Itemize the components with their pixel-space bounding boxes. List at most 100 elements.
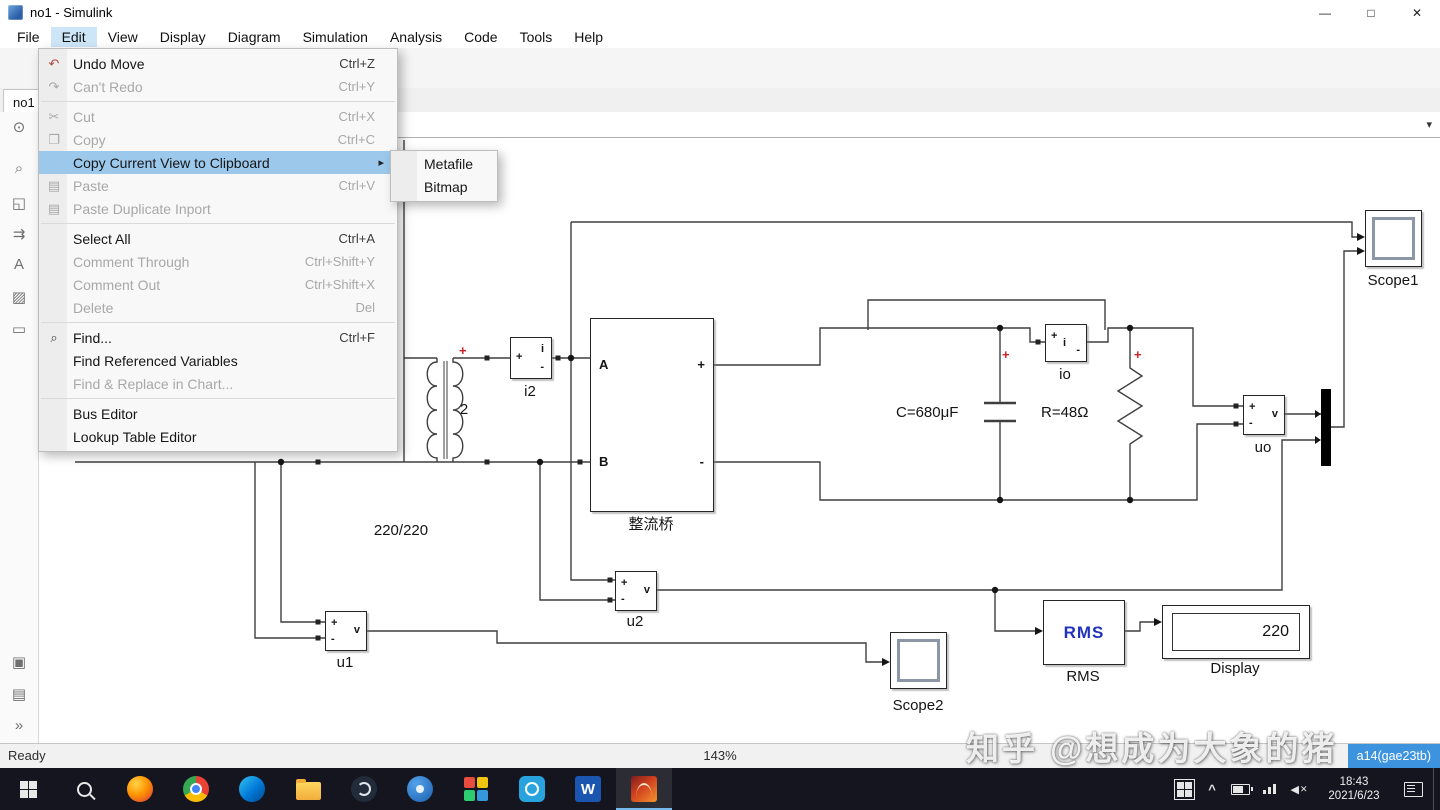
block-mux[interactable] (1321, 389, 1331, 466)
tray-hidden-icons-button[interactable]: ^ (1199, 768, 1225, 810)
taskbar-word-icon[interactable]: W (560, 768, 616, 810)
menu-bar: File Edit View Display Diagram Simulatio… (0, 25, 1440, 48)
cut-icon: ✂ (41, 109, 67, 125)
menu-item-bitmap[interactable]: Bitmap (391, 176, 497, 199)
block-u1-voltage-measurement[interactable]: + - v (325, 611, 367, 651)
menu-item-find-replace-in-chart[interactable]: Find & Replace in Chart... (39, 372, 397, 395)
taskbar-app2-icon[interactable] (392, 768, 448, 810)
menu-item-find[interactable]: ⌕Find...Ctrl+F (39, 326, 397, 349)
tab-label: no1 (13, 95, 35, 110)
fit-view-icon[interactable]: ◱ (0, 194, 38, 212)
menu-item-paste[interactable]: ▤PasteCtrl+V (39, 174, 397, 197)
block-label-u2: u2 (620, 613, 650, 630)
menu-help[interactable]: Help (563, 27, 614, 47)
expand-icon[interactable]: » (0, 717, 38, 734)
taskbar-start-button[interactable] (0, 768, 56, 810)
block-rectifier-bridge[interactable]: A B + - (590, 318, 714, 512)
search-icon (77, 782, 92, 797)
folder-icon (296, 782, 321, 800)
menu-file[interactable]: File (6, 27, 51, 47)
block-u2-voltage-measurement[interactable]: + - v (615, 571, 657, 611)
tray-notification-button[interactable] (1393, 768, 1433, 810)
block-io-current-measurement[interactable]: + i - (1045, 324, 1087, 362)
menu-item-comment-through[interactable]: Comment ThroughCtrl+Shift+Y (39, 250, 397, 273)
tray-volume-icon[interactable]: ◀✕ (1283, 768, 1315, 810)
menu-item-paste-duplicate-inport[interactable]: ▤Paste Duplicate Inport (39, 197, 397, 220)
polarity-plus-marker: + (459, 344, 467, 357)
grid-app-icon (464, 777, 488, 801)
menu-item-lookup-table-editor[interactable]: Lookup Table Editor (39, 425, 397, 448)
taskbar-matlab-icon[interactable] (616, 768, 672, 810)
clipboard-submenu: Metafile Bitmap (390, 150, 498, 202)
screenshot-icon[interactable]: ▣ (0, 653, 38, 671)
taskbar-file-explorer-icon[interactable] (280, 768, 336, 810)
block-display[interactable]: 220 (1162, 605, 1310, 659)
tray-app-icon[interactable] (1169, 768, 1199, 810)
menu-simulation[interactable]: Simulation (292, 27, 379, 47)
image-icon[interactable]: ▨ (0, 288, 38, 306)
menu-separator (41, 101, 395, 102)
menu-item-cut[interactable]: ✂CutCtrl+X (39, 105, 397, 128)
menu-item-metafile[interactable]: Metafile (391, 153, 497, 176)
notification-icon (1404, 782, 1423, 797)
minimize-button[interactable]: — (1302, 0, 1348, 25)
taskbar-app4-icon[interactable] (504, 768, 560, 810)
dark-app-icon (351, 776, 377, 802)
taskbar-search-button[interactable] (56, 768, 112, 810)
menu-item-cant-redo[interactable]: ↷Can't RedoCtrl+Y (39, 75, 397, 98)
area-icon[interactable]: ▭ (0, 320, 38, 338)
block-uo-voltage-measurement[interactable]: + - v (1243, 395, 1285, 435)
menu-item-undo-move[interactable]: ↶Undo MoveCtrl+Z (39, 52, 397, 75)
menu-view[interactable]: View (97, 27, 149, 47)
menu-separator (41, 223, 395, 224)
block-label-uo: uo (1248, 439, 1278, 456)
taskbar-firefox-icon[interactable] (112, 768, 168, 810)
tray-network-icon[interactable] (1255, 768, 1283, 810)
menu-item-find-referenced-variables[interactable]: Find Referenced Variables (39, 349, 397, 372)
menu-item-select-all[interactable]: Select AllCtrl+A (39, 227, 397, 250)
capacitor-label: C=680μF (896, 404, 978, 421)
matlab-icon (631, 776, 657, 802)
i-port-label: i (541, 344, 544, 355)
taskbar-edge-icon[interactable] (224, 768, 280, 810)
plus-port-label: + (1249, 402, 1255, 413)
taskbar-app3-icon[interactable] (448, 768, 504, 810)
firefox-icon (127, 776, 153, 802)
maximize-button[interactable]: □ (1348, 0, 1394, 25)
block-label-display: Display (1190, 660, 1280, 677)
zoom-icon[interactable]: ⌕ (0, 160, 38, 177)
breadcrumb-dropdown-icon[interactable]: ▾ (1426, 118, 1432, 131)
clock-date: 2021/6/23 (1328, 789, 1379, 803)
menu-code[interactable]: Code (453, 27, 508, 47)
browse-icon[interactable]: ⊙ (0, 118, 38, 136)
menu-item-delete[interactable]: DeleteDel (39, 296, 397, 319)
menu-diagram[interactable]: Diagram (217, 27, 292, 47)
capacitor-plates (984, 403, 1016, 421)
menu-edit[interactable]: Edit (51, 27, 97, 47)
annotation-icon[interactable]: A (0, 256, 38, 273)
block-label-transformer: 220/220 (364, 522, 438, 539)
block-i2-current-measurement[interactable]: + i - (510, 337, 552, 379)
menu-item-copy-current-view-to-clipboard[interactable]: Copy Current View to Clipboard▸ (39, 151, 397, 174)
menu-item-comment-out[interactable]: Comment OutCtrl+Shift+X (39, 273, 397, 296)
tray-clock[interactable]: 18:43 2021/6/23 (1315, 768, 1393, 810)
block-label-i2: i2 (515, 383, 545, 400)
menu-item-copy[interactable]: ❐CopyCtrl+C (39, 128, 397, 151)
mute-x-icon: ✕ (1300, 784, 1308, 795)
taskbar-app1-icon[interactable] (336, 768, 392, 810)
block-rms[interactable]: RMS (1043, 600, 1125, 665)
menu-display[interactable]: Display (149, 27, 217, 47)
signal-routing-icon[interactable]: ⇉ (0, 225, 38, 243)
layers-icon[interactable]: ▤ (0, 685, 38, 703)
tray-battery-icon[interactable] (1225, 768, 1255, 810)
chrome-icon (183, 776, 209, 802)
plus-port-label: + (331, 618, 337, 629)
menu-analysis[interactable]: Analysis (379, 27, 453, 47)
taskbar-chrome-icon[interactable] (168, 768, 224, 810)
block-scope2[interactable] (890, 632, 947, 689)
menu-item-bus-editor[interactable]: Bus Editor (39, 402, 397, 425)
block-scope1[interactable] (1365, 210, 1422, 267)
menu-tools[interactable]: Tools (509, 27, 564, 47)
show-desktop-button[interactable] (1433, 768, 1440, 810)
close-button[interactable]: ✕ (1394, 0, 1440, 25)
